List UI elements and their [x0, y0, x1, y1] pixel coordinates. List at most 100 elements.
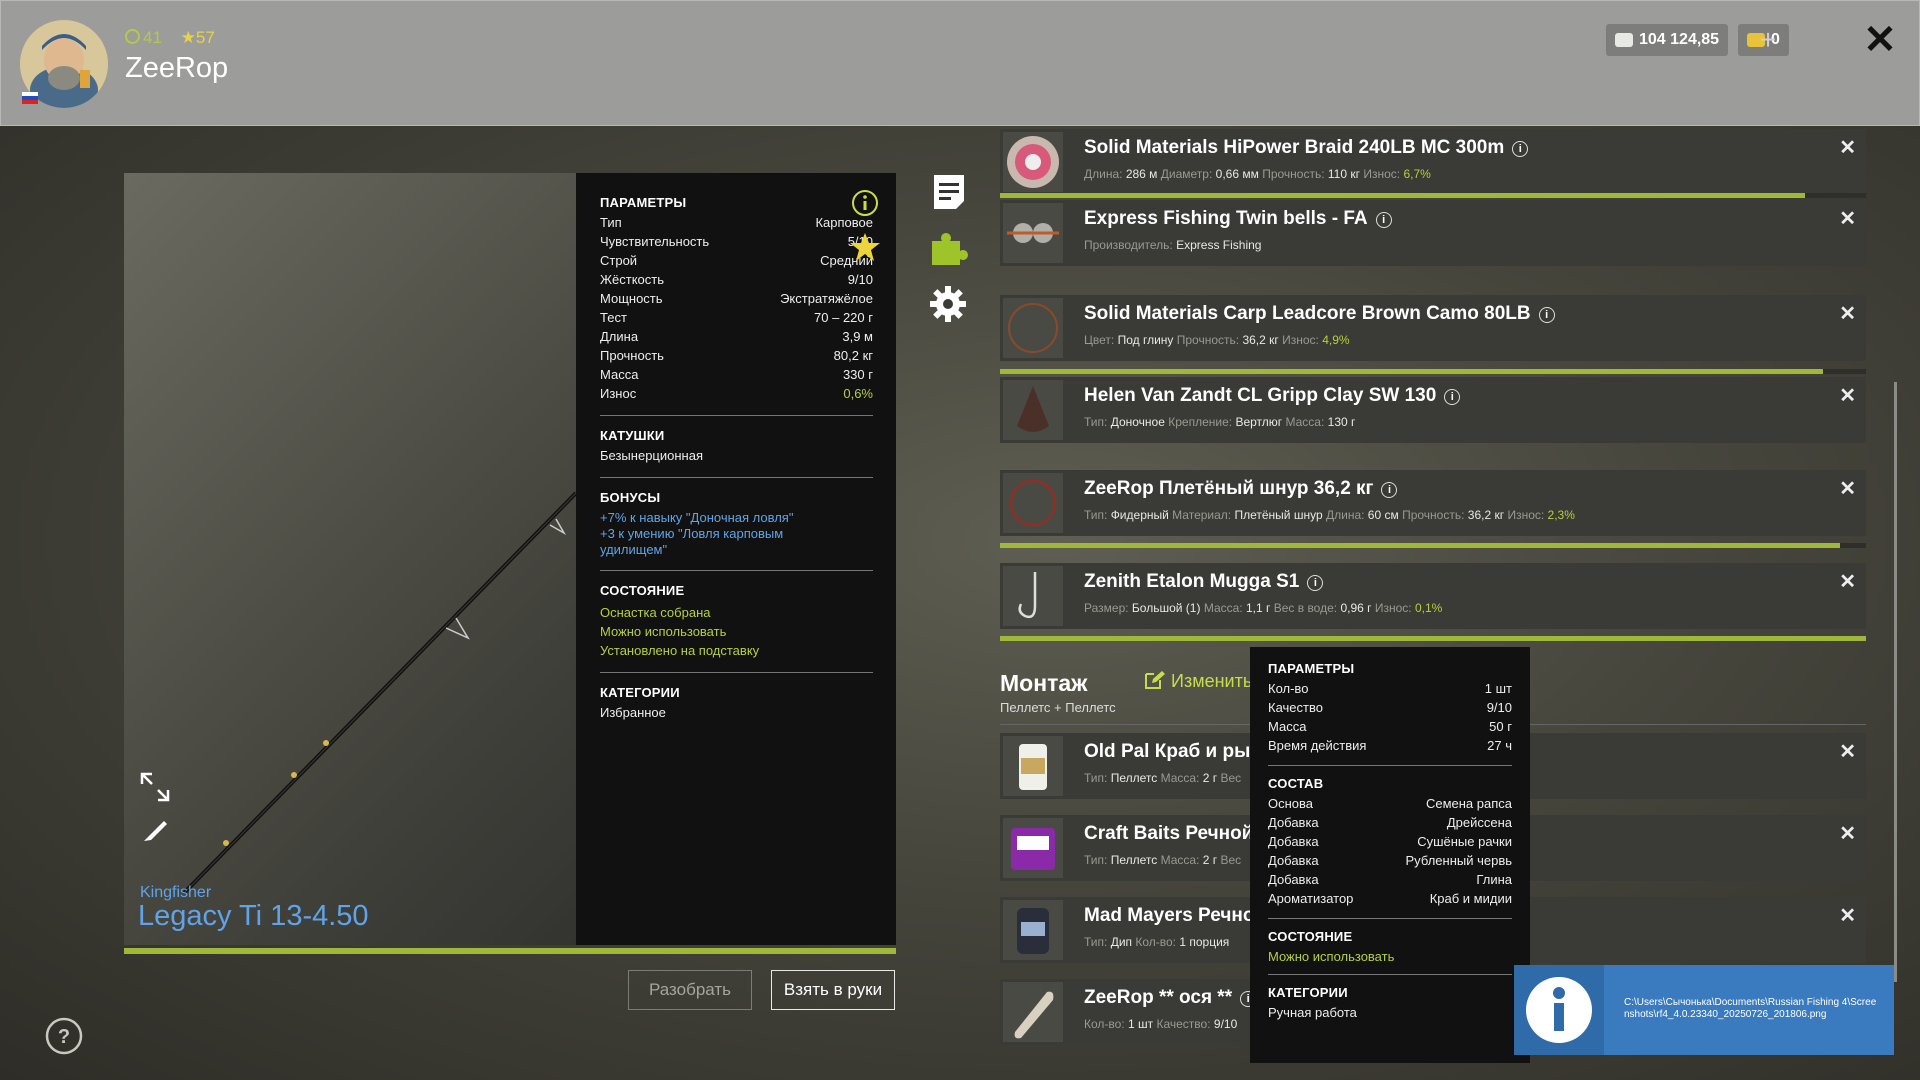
item-name: Solid Materials Carp Leadcore Brown Camo…: [1084, 303, 1555, 325]
info-icon[interactable]: [851, 189, 879, 217]
screenshot-notification[interactable]: C:\Users\Сычонька\Documents\Russian Fish…: [1514, 965, 1894, 1055]
notes-icon[interactable]: [932, 173, 966, 211]
remove-item-button[interactable]: ✕: [1839, 903, 1856, 928]
rod-params-panel: ПАРАМЕТРЫ Тип Карповое Чувствительность 5/1…: [576, 173, 896, 945]
star-small-icon: ★: [180, 28, 196, 47]
item-name: ZeeRop ** ося ** i: [1084, 987, 1257, 1009]
item-name-text: Old Pal Краб и рыб: [1084, 741, 1263, 762]
edit-montage-button[interactable]: Изменить: [1144, 670, 1252, 692]
player-name: ZeeRop: [125, 52, 229, 84]
state-title: СОСТОЯНИЕ: [600, 583, 685, 598]
russia-flag-icon: [22, 92, 38, 104]
tt-comp-row: Ароматизатор Краб и мидии: [1268, 889, 1512, 908]
detail-key: Масса:: [1285, 415, 1325, 429]
detail-value: Фидерный: [1110, 508, 1169, 522]
param-key: Износ: [600, 386, 637, 401]
tt-comp-key: Добавка: [1268, 872, 1319, 887]
item-info-icon[interactable]: i: [1307, 575, 1324, 591]
item-info-icon[interactable]: i: [1444, 389, 1461, 405]
tt-comp-value: Сушёные рачки: [1417, 834, 1512, 849]
detail-value: 1 порция: [1179, 935, 1230, 949]
tt-comp-value: Рубленный червь: [1405, 853, 1512, 868]
tooltip-composition-title: СОСТАВ: [1268, 776, 1324, 791]
remove-item-button[interactable]: ✕: [1839, 301, 1856, 326]
param-key: Тип: [600, 215, 622, 230]
param-row: Мощность Экстратяжёлое: [600, 289, 873, 308]
remove-item-button[interactable]: ✕: [1839, 569, 1856, 594]
detail-key: Износ:: [1507, 508, 1545, 522]
tt-comp-row: Добавка Дрейссена: [1268, 813, 1512, 832]
item-info-icon[interactable]: i: [1538, 307, 1555, 323]
item-info-icon[interactable]: i: [1381, 482, 1398, 498]
detail-value: Express Fishing: [1176, 238, 1262, 252]
silver-currency[interactable]: 104 124,85: [1606, 24, 1729, 56]
tackle-item[interactable]: Helen Van Zandt CL Gripp Clay SW 130 i Тип…: [1000, 377, 1866, 443]
help-icon[interactable]: ?: [44, 1016, 84, 1056]
tt-param-value: 50 г: [1489, 719, 1512, 734]
tackle-item[interactable]: Solid Materials Carp Leadcore Brown Camo…: [1000, 295, 1866, 361]
item-info-icon[interactable]: i: [1375, 212, 1392, 228]
remove-item-button[interactable]: ✕: [1839, 476, 1856, 501]
tt-comp-value: Краб и мидии: [1429, 891, 1512, 906]
remove-item-button[interactable]: ✕: [1839, 206, 1856, 231]
tt-param-row: Качество 9/10: [1268, 698, 1512, 717]
gear-icon[interactable]: [928, 284, 968, 324]
rank-icon: [125, 29, 140, 44]
state-3: Установлено на подставку: [600, 643, 760, 658]
scrollbar[interactable]: [1894, 382, 1897, 982]
notification-icon-box: [1514, 965, 1604, 1055]
expand-icon[interactable]: [140, 772, 170, 802]
wear-bar: [1000, 543, 1840, 548]
item-details: Размер: Большой (1) Масса: 1,1 г Вес в в…: [1084, 601, 1442, 615]
categories-title: КАТЕГОРИИ: [600, 685, 680, 700]
favorite-star-icon[interactable]: [849, 231, 881, 263]
detail-key: Вес: [1220, 853, 1242, 867]
detail-value: 9/10: [1213, 1017, 1238, 1031]
detail-value: 130 г: [1327, 415, 1356, 429]
param-row: Строй Средний: [600, 251, 873, 270]
remove-item-button[interactable]: ✕: [1839, 135, 1856, 160]
param-row: Длина 3,9 м: [600, 327, 873, 346]
params-title: ПАРАМЕТРЫ: [600, 195, 687, 210]
detail-value: 286 м: [1125, 167, 1158, 181]
param-value: 70 – 220 г: [814, 310, 873, 325]
item-thumbnail: [1003, 380, 1063, 440]
tackle-item[interactable]: Solid Materials HiPower Braid 240LB MC 3…: [1000, 129, 1866, 195]
detail-key: Тип:: [1084, 935, 1108, 949]
take-in-hand-button[interactable]: Взять в руки: [771, 970, 895, 1010]
item-name-text: Craft Baits Речной р: [1084, 823, 1271, 844]
item-name-text: Solid Materials HiPower Braid 240LB MC 3…: [1084, 137, 1505, 158]
tt-param-key: Масса: [1268, 719, 1307, 734]
params-list: Тип Карповое Чувствительность 5/10 Строй Сред…: [600, 213, 873, 403]
detail-value: 60 см: [1367, 508, 1399, 522]
paint-brush-icon[interactable]: [140, 815, 170, 845]
tackle-item[interactable]: Zenith Etalon Mugga S1 i Размер: Большой (…: [1000, 563, 1866, 629]
detail-value: Большой (1): [1131, 601, 1201, 615]
add-currency-button[interactable]: +: [1753, 26, 1783, 56]
tackle-item[interactable]: ZeeRop Плетёный шнур 36,2 кг i Тип: Фидерн…: [1000, 470, 1866, 536]
detail-value: 1,1 г: [1245, 601, 1271, 615]
puzzle-icon[interactable]: [928, 229, 968, 269]
detail-value: Пеллетс: [1110, 853, 1158, 867]
remove-item-button[interactable]: ✕: [1839, 821, 1856, 846]
param-key: Длина: [600, 329, 639, 344]
detail-key: Вес: [1220, 771, 1242, 785]
tooltip-categories-value: Ручная работа: [1268, 1005, 1357, 1020]
item-details: Тип: Пеллетс Масса: 2 г Вес: [1084, 853, 1241, 867]
close-button[interactable]: ✕: [1862, 20, 1898, 60]
param-value: 3,9 м: [842, 329, 873, 344]
rod-image: [182, 491, 576, 895]
detail-key: Тип:: [1084, 771, 1108, 785]
item-info-icon[interactable]: i: [1512, 141, 1529, 157]
tt-param-row: Время действия 27 ч: [1268, 736, 1512, 755]
remove-item-button[interactable]: ✕: [1839, 383, 1856, 408]
bonus-title: БОНУСЫ: [600, 490, 661, 505]
tackle-item[interactable]: Express Fishing Twin bells - FA i Производ…: [1000, 200, 1866, 266]
item-thumbnail: [1003, 566, 1063, 626]
tt-comp-row: Добавка Рубленный червь: [1268, 851, 1512, 870]
disassemble-button[interactable]: Разобрать: [628, 970, 752, 1010]
param-key: Мощность: [600, 291, 663, 306]
detail-value: Под глину: [1117, 333, 1174, 347]
tt-comp-value: Глина: [1476, 872, 1512, 887]
remove-item-button[interactable]: ✕: [1839, 739, 1856, 764]
